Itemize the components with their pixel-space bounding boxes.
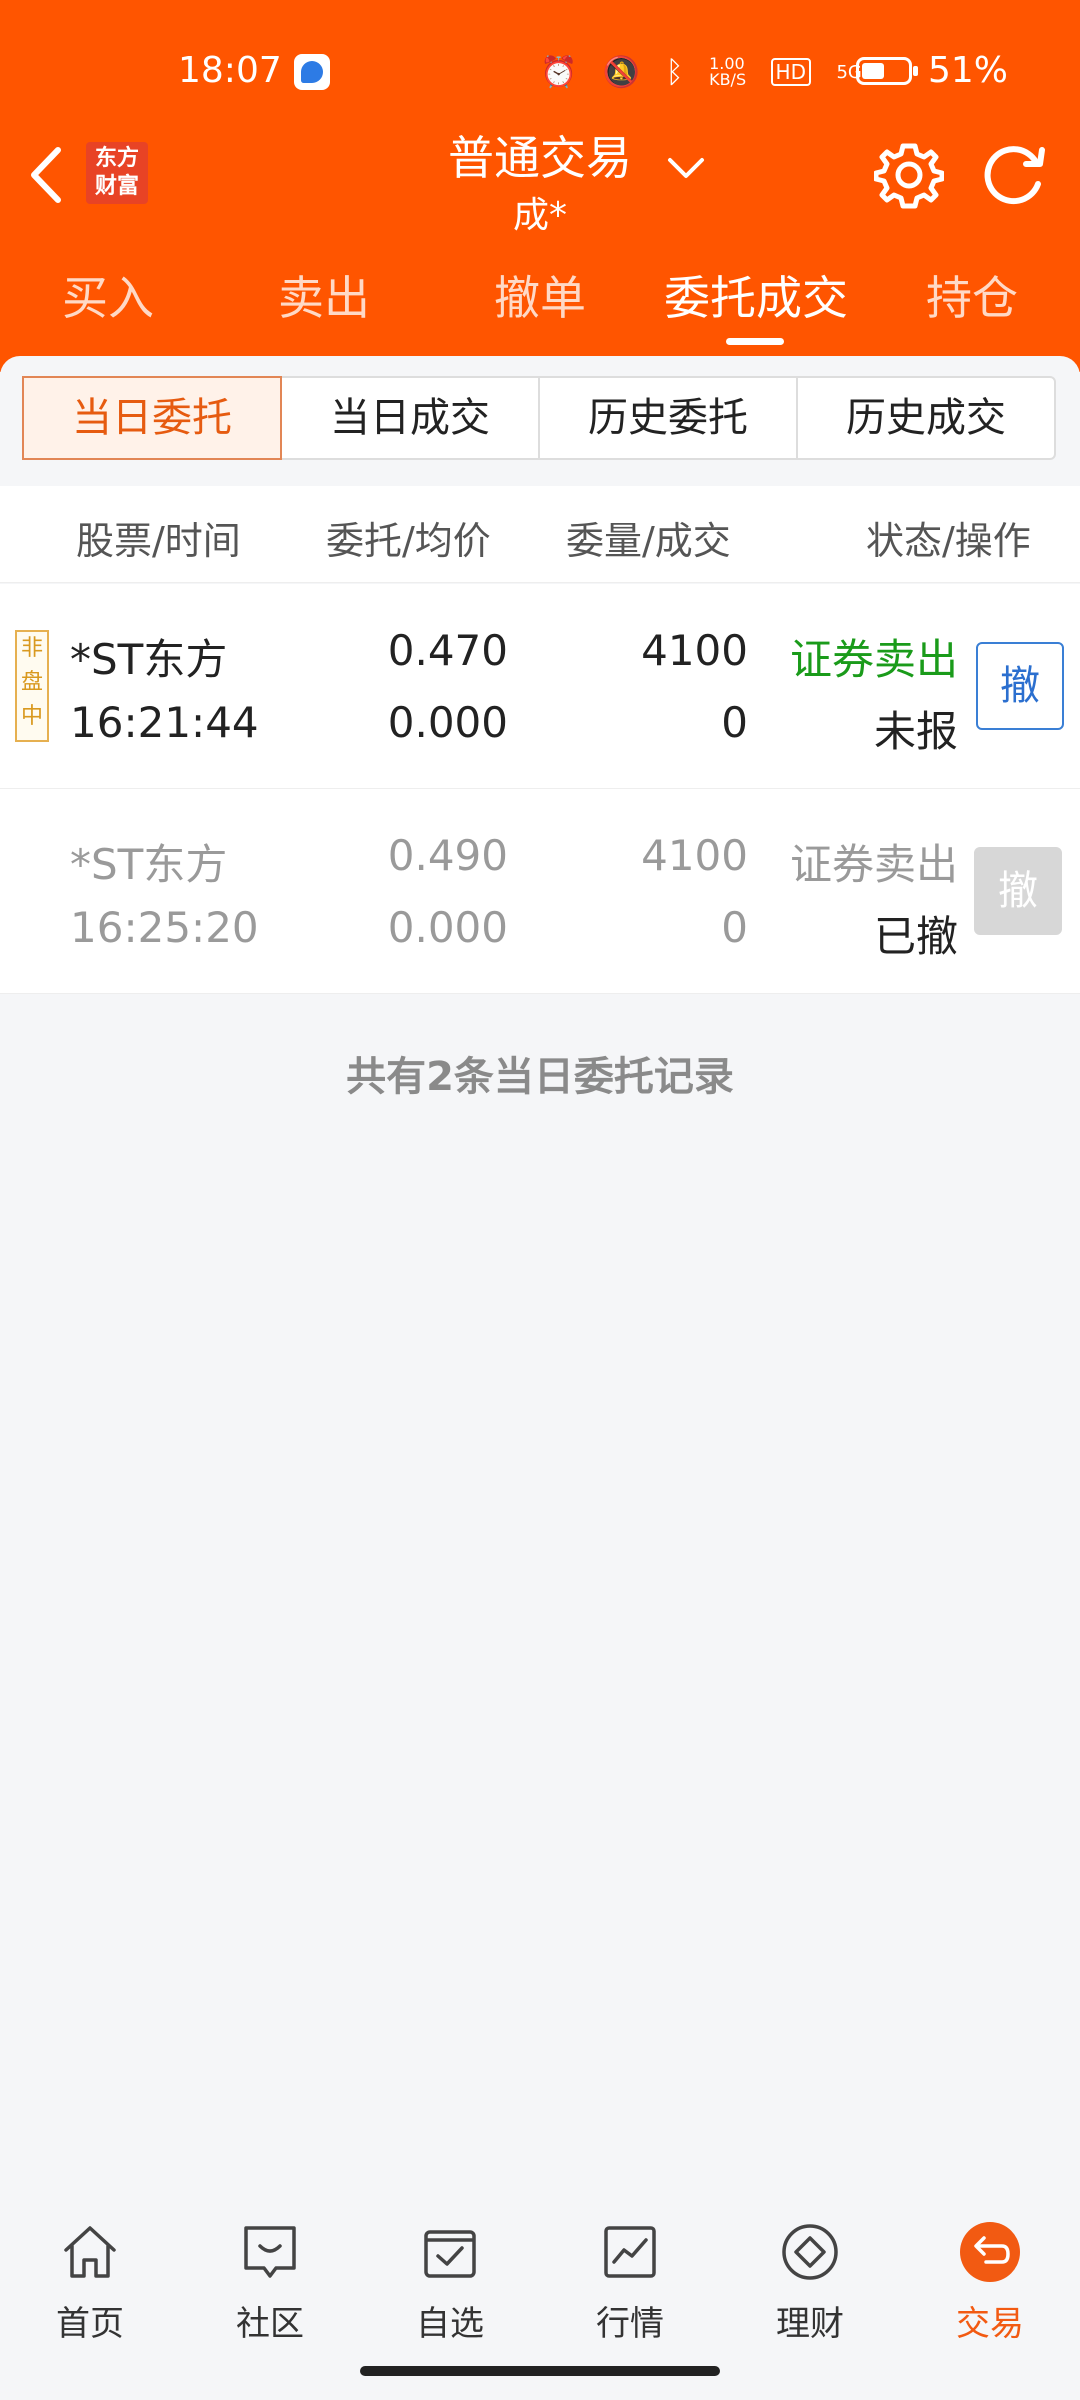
header-bar: 18:07 ⏰ 🔕 ᛒ 1.00 KB/S HD 5G 51% 东方 财富 普通交…	[0, 0, 1080, 372]
seg-history-orders[interactable]: 历史委托	[540, 378, 798, 458]
mute-icon: 🔕	[602, 54, 641, 90]
nav-watchlist[interactable]: 自选	[360, 2220, 540, 2345]
home-icon	[64, 2226, 116, 2278]
table-row[interactable]: *ST东方 16:25:20 0.490 0.000 4100 0 证券卖出 已…	[0, 789, 1080, 994]
nav-trade-label: 交易	[956, 2304, 1024, 2344]
tab-cancel-order[interactable]: 撤单	[432, 262, 648, 328]
col-status-action: 状态/操作	[866, 519, 1031, 563]
order-type: 证券卖出	[789, 840, 958, 889]
chevron-down-icon[interactable]	[664, 152, 708, 182]
seg-today-trades[interactable]: 当日成交	[282, 378, 540, 458]
seg-today-orders[interactable]: 当日委托	[22, 376, 282, 460]
nav-watchlist-label: 自选	[416, 2304, 484, 2344]
col-stock-time: 股票/时间	[76, 519, 241, 563]
table-header: 股票/时间 委托/均价 委量/成交 状态/操作	[0, 486, 1080, 583]
tab-buy[interactable]: 买入	[0, 262, 216, 328]
cancel-order-button: 撤	[974, 847, 1062, 935]
order-price: 0.490	[387, 831, 508, 880]
nav-home[interactable]: 首页	[0, 2220, 180, 2345]
status-time: 18:07	[178, 50, 282, 91]
col-qty-filled: 委量/成交	[566, 519, 731, 563]
alarm-icon: ⏰	[540, 54, 578, 90]
net-speed: 1.00 KB/S	[709, 54, 747, 89]
bluetooth-icon: ᛒ	[665, 54, 684, 90]
nav-market[interactable]: 行情	[540, 2220, 720, 2345]
nav-home-label: 首页	[56, 2304, 124, 2344]
chart-icon	[604, 2226, 656, 2278]
nav-community[interactable]: 社区	[180, 2220, 360, 2345]
seg-history-trades[interactable]: 历史成交	[798, 378, 1054, 458]
status-icons: ⏰ 🔕 ᛒ 1.00 KB/S HD 5G	[540, 50, 880, 94]
order-time: 16:21:44	[70, 698, 259, 747]
avg-price: 0.000	[387, 903, 508, 952]
order-time: 16:25:20	[70, 903, 259, 952]
segment-control: 当日委托 当日成交 历史委托 历史成交	[22, 376, 1056, 460]
avg-price: 0.000	[387, 698, 508, 747]
nav-community-label: 社区	[236, 2304, 304, 2344]
off-hours-badge: 非盘中	[15, 630, 49, 742]
home-indicator	[360, 2366, 720, 2376]
chat-icon	[244, 2226, 296, 2278]
nav-wealth[interactable]: 理财	[720, 2220, 900, 2345]
stock-name: *ST东方	[70, 635, 228, 684]
order-type: 证券卖出	[789, 635, 958, 684]
nav-market-label: 行情	[596, 2304, 664, 2344]
order-qty: 4100	[641, 831, 748, 880]
records-summary: 共有2条当日委托记录	[346, 1054, 734, 1100]
filled-qty: 0	[721, 903, 748, 952]
col-price-avg: 委托/均价	[326, 519, 491, 563]
exchange-icon	[960, 2222, 1020, 2282]
tab-sell[interactable]: 卖出	[216, 262, 432, 328]
tab-positions[interactable]: 持仓	[864, 262, 1080, 328]
tab-orders-trades[interactable]: 委托成交	[648, 262, 864, 328]
main-content: 当日委托 当日成交 历史委托 历史成交 股票/时间 委托/均价 委量/成交 状态…	[0, 356, 1080, 2400]
nav-wealth-label: 理财	[776, 2304, 844, 2344]
order-qty: 4100	[641, 626, 748, 675]
hd-badge: HD	[770, 58, 811, 86]
status-bar: 18:07 ⏰ 🔕 ᛒ 1.00 KB/S HD 5G 51%	[0, 44, 1080, 100]
app-notification-icon	[294, 54, 330, 90]
battery-percent: 51%	[928, 50, 1009, 91]
trade-tabs: 买入 卖出 撤单 委托成交 持仓	[0, 262, 1080, 342]
bag-check-icon	[424, 2230, 476, 2278]
refresh-icon[interactable]	[978, 140, 1050, 210]
tab-indicator	[726, 338, 784, 345]
order-status: 未报	[873, 707, 958, 756]
order-status: 已撤	[873, 912, 958, 961]
order-price: 0.470	[387, 626, 508, 675]
filled-qty: 0	[721, 698, 748, 747]
nav-trade[interactable]: 交易	[900, 2220, 1080, 2345]
battery-icon	[856, 57, 918, 85]
cancel-order-button[interactable]: 撤	[976, 642, 1064, 730]
bottom-nav: 首页 社区 自选 行情 理财 交易	[0, 2200, 1080, 2360]
diamond-icon	[782, 2224, 838, 2280]
table-row[interactable]: 非盘中 *ST东方 16:21:44 0.470 0.000 4100 0 证券…	[0, 584, 1080, 789]
gear-icon[interactable]	[874, 140, 944, 210]
stock-name: *ST东方	[70, 840, 228, 889]
